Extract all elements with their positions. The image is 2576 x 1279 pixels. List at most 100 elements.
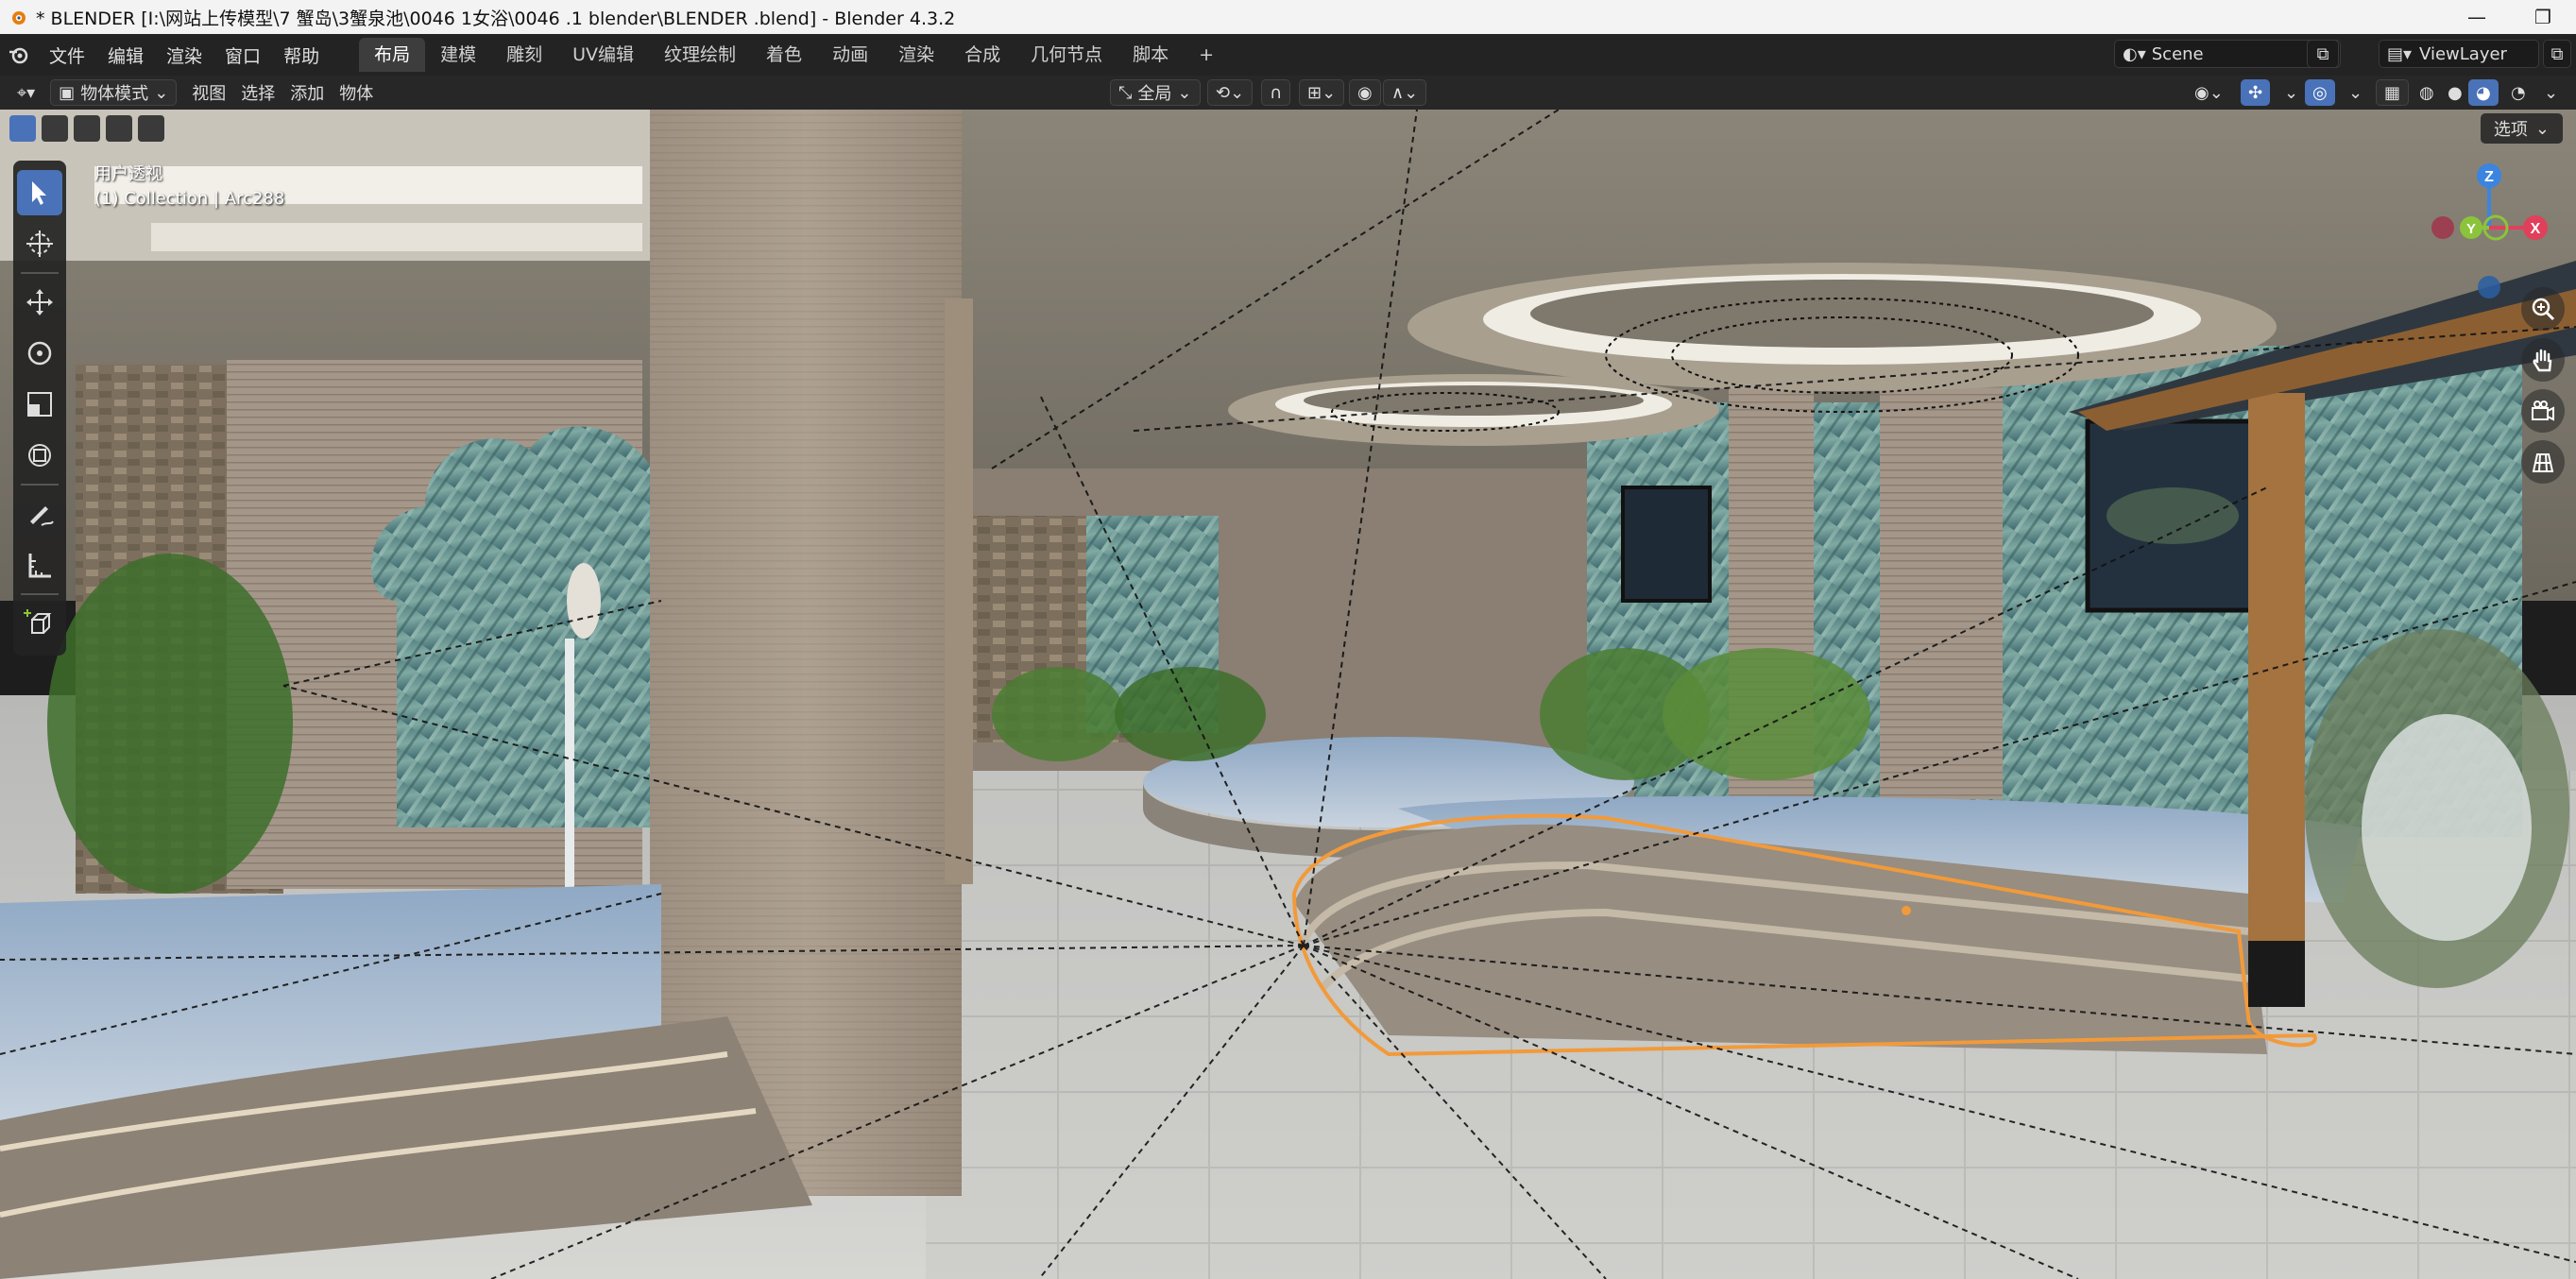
pivot-icon: ⟲⌄ bbox=[1216, 82, 1245, 103]
rendered-shading-button[interactable]: ◔ bbox=[2503, 79, 2533, 106]
viewport-header: ⌖▾ ▣ 物体模式 ⌄ 视图 选择 添加 物体 ⤡ 全局 ⌄ ⟲⌄ ∩ ⊞⌄ ◉… bbox=[0, 76, 2576, 110]
3d-viewport[interactable]: 用户透视 (1) Collection | Arc288 选项 ⌄ Z X Y bbox=[0, 110, 2576, 1279]
minimize-button[interactable]: — bbox=[2444, 0, 2510, 34]
cursor-tool[interactable] bbox=[17, 221, 62, 266]
add-workspace-button[interactable]: + bbox=[1184, 38, 1229, 72]
transform-orientation-selector[interactable]: ⤡ 全局 ⌄ bbox=[1110, 79, 1201, 106]
overlays-options[interactable]: ⌄ bbox=[2341, 79, 2370, 106]
tab-rendering[interactable]: 渲染 bbox=[883, 38, 949, 72]
options-dropdown[interactable]: 选项 ⌄ bbox=[2480, 113, 2563, 144]
menu-file[interactable]: 文件 bbox=[38, 43, 96, 68]
view-layer-name: ViewLayer bbox=[2419, 43, 2507, 64]
gizmo-y-label: Y bbox=[2466, 221, 2476, 237]
menu-add[interactable]: 添加 bbox=[282, 79, 332, 106]
move-tool[interactable] bbox=[17, 280, 62, 325]
menu-edit[interactable]: 编辑 bbox=[96, 43, 155, 68]
select-box-tool[interactable] bbox=[17, 170, 62, 215]
pivot-point-selector[interactable]: ⟲⌄ bbox=[1207, 79, 1254, 106]
collection-info-label: (1) Collection | Arc288 bbox=[94, 189, 285, 209]
chevron-down-icon: ⌄ bbox=[154, 82, 169, 103]
gizmo-neg-z[interactable] bbox=[2478, 276, 2500, 298]
tab-modeling[interactable]: 建模 bbox=[425, 38, 491, 72]
rendered-sphere-icon: ◔ bbox=[2511, 82, 2526, 103]
menu-object[interactable]: 物体 bbox=[332, 79, 381, 106]
gizmo-icon: ✣ bbox=[2248, 82, 2263, 103]
restore-button[interactable]: ❐ bbox=[2510, 0, 2576, 34]
zoom-icon bbox=[2532, 298, 2555, 321]
move-icon bbox=[26, 289, 53, 315]
pan-button[interactable] bbox=[2521, 338, 2565, 382]
select-extend-icon[interactable] bbox=[42, 115, 68, 142]
scale-tool[interactable] bbox=[17, 382, 62, 427]
falloff-icon: ∧⌄ bbox=[1391, 82, 1419, 103]
editor-type-selector[interactable]: ⌖▾ bbox=[9, 79, 43, 106]
options-label: 选项 bbox=[2493, 120, 2528, 140]
tab-layout[interactable]: 布局 bbox=[359, 38, 426, 72]
select-intersect-icon[interactable] bbox=[138, 115, 164, 142]
snap-grid-icon: ⊞⌄ bbox=[1307, 82, 1337, 103]
select-new-icon[interactable] bbox=[9, 115, 36, 142]
overlays-toggle[interactable]: ◎ bbox=[2305, 79, 2335, 106]
blender-menu-icon[interactable] bbox=[0, 43, 38, 66]
menu-render[interactable]: 渲染 bbox=[155, 43, 213, 68]
tab-shading[interactable]: 着色 bbox=[751, 38, 817, 72]
tab-compositing[interactable]: 合成 bbox=[949, 38, 1015, 72]
solid-sphere-icon: ● bbox=[2448, 82, 2463, 103]
selection-mode-bar bbox=[9, 115, 164, 142]
zoom-button[interactable] bbox=[2521, 287, 2565, 331]
annotate-tool[interactable] bbox=[17, 491, 62, 537]
material-preview-button[interactable]: ◕ bbox=[2468, 79, 2499, 106]
menu-help[interactable]: 帮助 bbox=[272, 43, 331, 68]
hand-pan-icon bbox=[2533, 349, 2552, 372]
rotate-tool[interactable] bbox=[17, 331, 62, 376]
rotate-icon bbox=[27, 341, 52, 366]
add-cube-tool[interactable] bbox=[17, 601, 62, 646]
tab-scripting[interactable]: 脚本 bbox=[1117, 38, 1184, 72]
cursor-icon bbox=[26, 230, 53, 257]
measure-tool[interactable] bbox=[17, 542, 62, 588]
wireframe-shading-button[interactable]: ◍ bbox=[2412, 79, 2442, 106]
snap-target-selector[interactable]: ⊞⌄ bbox=[1299, 79, 1345, 106]
proportional-edit-toggle[interactable]: ◉ bbox=[1349, 79, 1381, 106]
camera-view-button[interactable] bbox=[2521, 389, 2565, 433]
top-bar: 文件 编辑 渲染 窗口 帮助 布局 建模 雕刻 UV编辑 纹理绘制 着色 动画 … bbox=[0, 34, 2576, 76]
gizmo-options[interactable]: ⌄ bbox=[2277, 79, 2306, 106]
tab-animation[interactable]: 动画 bbox=[817, 38, 883, 72]
ortho-toggle-button[interactable] bbox=[2521, 440, 2565, 484]
gizmo-neg-x[interactable] bbox=[2431, 216, 2454, 239]
solid-shading-button[interactable]: ● bbox=[2440, 79, 2470, 106]
transform-tool[interactable] bbox=[17, 433, 62, 478]
view-layer-selector[interactable]: ▤▾ ViewLayer bbox=[2379, 40, 2539, 68]
select-invert-icon[interactable] bbox=[106, 115, 132, 142]
new-view-layer-button[interactable]: ⧉ bbox=[2543, 40, 2571, 68]
xray-toggle[interactable]: ▦ bbox=[2376, 79, 2410, 106]
menu-select[interactable]: 选择 bbox=[233, 79, 282, 106]
camera-icon bbox=[2532, 401, 2554, 421]
new-scene-button[interactable]: ⧉ bbox=[2307, 40, 2339, 68]
shading-options[interactable]: ⌄ bbox=[2536, 79, 2566, 106]
object-mode-icon: ▣ bbox=[59, 82, 76, 103]
visibility-selector[interactable]: ◉⌄ bbox=[2187, 79, 2231, 106]
scale-icon bbox=[27, 392, 52, 417]
eye-icon: ◉⌄ bbox=[2194, 82, 2224, 103]
wireframe-sphere-icon: ◍ bbox=[2419, 82, 2434, 103]
transform-icon bbox=[28, 444, 51, 467]
gizmo-toggle[interactable]: ✣ bbox=[2241, 79, 2271, 106]
tab-texture-paint[interactable]: 纹理绘制 bbox=[649, 38, 751, 72]
tab-sculpting[interactable]: 雕刻 bbox=[491, 38, 557, 72]
overlays-icon: ◎ bbox=[2312, 82, 2328, 103]
snap-toggle[interactable]: ∩ bbox=[1261, 79, 1291, 106]
tab-uv-editing[interactable]: UV编辑 bbox=[557, 38, 649, 72]
grid-icon bbox=[2532, 453, 2554, 472]
add-cube-icon bbox=[24, 609, 52, 634]
chevron-down-icon: ⌄ bbox=[1177, 82, 1192, 103]
tab-geometry-nodes[interactable]: 几何节点 bbox=[1015, 38, 1117, 72]
menu-view[interactable]: 视图 bbox=[184, 79, 233, 106]
select-subtract-icon[interactable] bbox=[74, 115, 100, 142]
orientation-label: 全局 bbox=[1137, 84, 1172, 104]
mode-selector[interactable]: ▣ 物体模式 ⌄ bbox=[50, 79, 178, 106]
axes-icon: ⌖▾ bbox=[17, 82, 36, 103]
view-perspective-label: 用户透视 bbox=[94, 164, 162, 184]
menu-window[interactable]: 窗口 bbox=[213, 43, 272, 68]
falloff-selector[interactable]: ∧⌄ bbox=[1383, 79, 1427, 106]
